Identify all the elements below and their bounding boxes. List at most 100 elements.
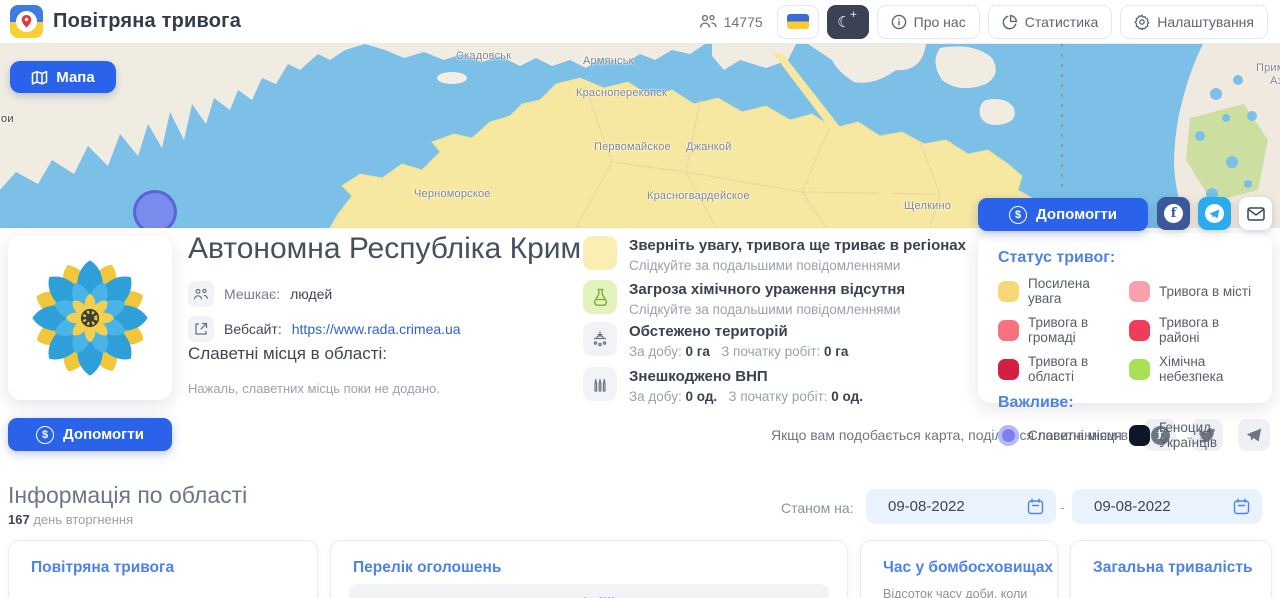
pie-chart-icon (1002, 14, 1018, 30)
card-title: Час у бомбосховищах (883, 559, 1057, 577)
users-icon (699, 14, 718, 29)
alert-status-legend: Статус тривог: Посилена увага Тривога в … (978, 233, 1272, 403)
region-title: Автономна Республіка Крим (188, 232, 580, 272)
envelope-icon (1247, 207, 1265, 221)
settings-label: Налаштування (1157, 14, 1254, 30)
color-swatch (998, 281, 1019, 302)
famous-places-empty: Нажаль, славетних місць поки не додано. (188, 381, 440, 396)
status-subtitle: Слідкуйте за подальшими повідомленнями (629, 302, 905, 317)
shells-icon (583, 367, 617, 401)
email-button[interactable] (1239, 197, 1272, 230)
app-logo-icon[interactable] (10, 5, 43, 38)
external-link-icon (188, 316, 214, 342)
settings-button[interactable]: Налаштування (1120, 5, 1268, 39)
status-title: Знешкоджено ВНП (629, 367, 863, 386)
legend-item: Хімічна небезпека (1129, 354, 1254, 384)
color-swatch (1129, 320, 1150, 341)
famous-place-swatch (998, 425, 1019, 446)
status-title: Загроза хімічного ураження відсутня (629, 280, 905, 299)
map-label-city: Красноперекопск (576, 87, 667, 99)
color-swatch (1129, 281, 1150, 302)
map-label-city: Красногвардейское (647, 190, 750, 202)
color-swatch (1129, 359, 1150, 380)
website-row: Вебсайт: https://www.rada.crimea.ua (188, 316, 461, 342)
date-separator: - (1060, 499, 1065, 515)
statistics-button[interactable]: Статистика (988, 5, 1113, 39)
legend-item: Тривога в місті (1129, 276, 1254, 306)
people-group-icon (188, 281, 214, 307)
gear-icon (1134, 14, 1150, 30)
dollar-icon: $ (36, 426, 54, 444)
calendar-icon (1027, 498, 1044, 515)
invasion-day: 167 день вторгнення (8, 512, 133, 527)
population-label: Мешкає: (224, 286, 280, 302)
card-air-alert: Повітряна тривога (8, 540, 318, 598)
map-label-city: Джанкой (686, 141, 732, 153)
facebook-button[interactable]: f (1157, 197, 1190, 230)
online-users: 14775 (699, 14, 763, 30)
date-to-input[interactable]: 09-08-2022 (1072, 489, 1262, 524)
about-button[interactable]: Про нас (877, 5, 980, 39)
info-icon (891, 14, 907, 30)
calendar-icon (1233, 498, 1250, 515)
population-row: Мешкає: людей (188, 281, 332, 307)
donate-button-top[interactable]: $ Допомогти (978, 198, 1148, 231)
map-button-label: Мапа (56, 69, 94, 86)
facebook-icon: f (1164, 204, 1183, 223)
website-label: Вебсайт: (224, 321, 282, 337)
status-subtitle: За добу: 0 га З початку робіт: 0 га (629, 344, 848, 359)
section-title: Інформація по області (8, 482, 247, 509)
map-label-city: Скадовськ (456, 50, 511, 62)
legend-item: Славетні місця (998, 420, 1123, 450)
map-label-city: Аз (1270, 75, 1280, 87)
legend-important-grid: Славетні місця Геноцид Українців (998, 420, 1254, 450)
location-pin-icon (16, 11, 37, 32)
map-view-button[interactable]: Мапа (10, 61, 116, 93)
ukraine-flag-icon (787, 14, 809, 29)
language-flag-button[interactable] (777, 5, 819, 39)
mine-detector-icon (583, 322, 617, 356)
announcements-table-header: # Оголошено Відбій Тривалість (349, 584, 829, 598)
chemical-flask-icon (583, 280, 617, 314)
map-label-city: Первомайское (594, 141, 671, 153)
card-subtitle: Відсоток часу доби, коли українці (883, 587, 1057, 598)
date-to-value: 09-08-2022 (1094, 498, 1233, 515)
status-alert-ongoing: Зверніть увагу, тривога ще триває в регі… (583, 236, 973, 273)
top-bar: Повітряна тривога 14775 ☾+ Про нас Стати… (0, 0, 1280, 44)
moon-icon: ☾+ (837, 13, 858, 31)
status-ordnance: Знешкоджено ВНП За добу: 0 од. З початку… (583, 367, 973, 404)
page: Повітряна тривога 14775 ☾+ Про нас Стати… (0, 0, 1280, 598)
header-actions: 14775 ☾+ Про нас Статистика Налаштування (699, 5, 1270, 39)
legend-title: Статус тривог: (998, 249, 1254, 267)
legend-item: Тривога в районі (1129, 315, 1254, 345)
region-emblem-card (8, 236, 172, 400)
donate-button-bottom[interactable]: $ Допомогти (8, 418, 172, 451)
legend-item: Тривога в громаді (998, 315, 1123, 345)
map-icon (31, 70, 48, 85)
legend-important-title: Важливе: (998, 394, 1254, 412)
status-chemical: Загроза хімічного ураження відсутня Слід… (583, 280, 973, 317)
status-title: Зверніть увагу, тривога ще триває в регі… (629, 236, 966, 255)
date-from-input[interactable]: 09-08-2022 (866, 489, 1056, 524)
alert-yellow-icon (583, 236, 617, 270)
as-of-label: Станом на: (781, 500, 854, 516)
status-title: Обстежено територій (629, 322, 848, 341)
famous-place-marker[interactable] (133, 190, 177, 228)
card-total-duration: Загальна тривалість (1070, 540, 1272, 598)
status-territory-checked: Обстежено територій За добу: 0 га З поча… (583, 322, 973, 359)
famous-places-title: Славетні місця в області: (188, 344, 387, 364)
dark-mode-toggle[interactable]: ☾+ (827, 5, 869, 39)
donate-label: Допомогти (1036, 206, 1117, 223)
statistics-label: Статистика (1025, 14, 1099, 30)
map-label-city: Прим (1256, 62, 1280, 74)
legend-item: Тривога в області (998, 354, 1123, 384)
map-label-city: ои (1, 113, 14, 125)
telegram-button[interactable] (1198, 197, 1231, 230)
website-link[interactable]: https://www.rada.crimea.ua (292, 321, 461, 337)
status-subtitle: За добу: 0 од. З початку робіт: 0 од. (629, 389, 863, 404)
card-title: Перелік оголошень (353, 559, 847, 577)
color-swatch (998, 320, 1019, 341)
card-title: Повітряна тривога (31, 559, 317, 577)
card-title: Загальна тривалість (1093, 559, 1271, 577)
dollar-icon: $ (1009, 206, 1027, 224)
